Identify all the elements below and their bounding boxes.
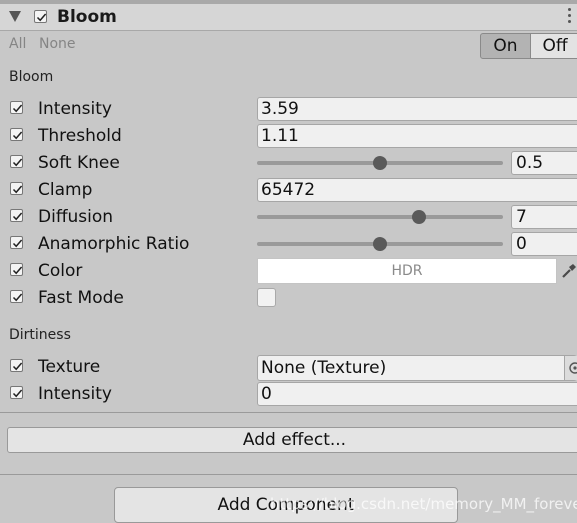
checkmark-icon [12, 104, 23, 113]
more-options-icon[interactable] [568, 8, 572, 26]
checkmark-icon [12, 158, 23, 167]
checkmark-icon [12, 293, 23, 302]
threshold-override-checkbox[interactable] [10, 128, 23, 141]
color-swatch-field[interactable]: HDR [257, 258, 557, 284]
checkmark-icon [12, 212, 23, 221]
checkmark-icon [12, 362, 23, 371]
soft-knee-field[interactable]: 0.5 [511, 151, 577, 175]
collapse-arrow-icon[interactable] [9, 11, 21, 22]
texture-object-field[interactable]: None (Texture) [257, 355, 577, 381]
anamorphic-ratio-field[interactable]: 0 [511, 232, 577, 256]
bloom-section-title: Bloom [9, 69, 54, 85]
intensity-label: Intensity [38, 99, 112, 119]
diffusion-override-checkbox[interactable] [10, 209, 23, 222]
texture-label: Texture [38, 357, 101, 377]
anamorphic-ratio-override-checkbox[interactable] [10, 236, 23, 249]
soft-knee-label: Soft Knee [38, 153, 120, 173]
dirt-intensity-field[interactable]: 0 [257, 382, 577, 406]
none-link[interactable]: None [39, 36, 76, 52]
checkmark-icon [12, 185, 23, 194]
on-toggle-button[interactable]: On [480, 33, 531, 59]
threshold-label: Threshold [38, 126, 122, 146]
dirt-intensity-label: Intensity [38, 384, 112, 404]
texture-override-checkbox[interactable] [10, 359, 23, 372]
soft-knee-slider-handle[interactable] [373, 156, 387, 170]
eyedropper-icon[interactable] [560, 262, 577, 280]
checkmark-icon [36, 13, 47, 22]
all-link[interactable]: All [9, 36, 26, 52]
anamorphic-ratio-slider-handle[interactable] [373, 237, 387, 251]
divider [0, 412, 577, 413]
clamp-field[interactable]: 65472 [257, 178, 577, 202]
intensity-field[interactable]: 3.59 [257, 97, 577, 121]
clamp-label: Clamp [38, 180, 93, 200]
threshold-field[interactable]: 1.11 [257, 124, 577, 148]
fast-mode-label: Fast Mode [38, 288, 124, 308]
effect-enabled-checkbox[interactable] [34, 10, 47, 23]
effect-title: Bloom [57, 7, 117, 27]
intensity-override-checkbox[interactable] [10, 101, 23, 114]
checkmark-icon [12, 266, 23, 275]
dirt-intensity-override-checkbox[interactable] [10, 386, 23, 399]
diffusion-slider-handle[interactable] [412, 210, 427, 224]
fast-mode-override-checkbox[interactable] [10, 290, 23, 303]
soft-knee-override-checkbox[interactable] [10, 155, 23, 168]
checkmark-icon [12, 239, 23, 248]
color-override-checkbox[interactable] [10, 263, 23, 276]
clamp-override-checkbox[interactable] [10, 182, 23, 195]
fast-mode-checkbox[interactable] [257, 288, 276, 307]
color-label: Color [38, 261, 83, 281]
anamorphic-ratio-label: Anamorphic Ratio [38, 234, 190, 254]
checkmark-icon [12, 389, 23, 398]
watermark-text: https://blog.csdn.net/memory_MM_forever [270, 495, 577, 513]
add-effect-button[interactable]: Add effect... [7, 427, 577, 453]
checkmark-icon [12, 131, 23, 140]
diffusion-field[interactable]: 7 [511, 205, 577, 229]
divider [0, 474, 577, 475]
dirtiness-section-title: Dirtiness [9, 327, 71, 343]
off-toggle-button[interactable]: Off [530, 33, 577, 59]
diffusion-slider-track[interactable] [257, 215, 503, 219]
object-picker-icon[interactable] [564, 356, 577, 380]
diffusion-label: Diffusion [38, 207, 114, 227]
